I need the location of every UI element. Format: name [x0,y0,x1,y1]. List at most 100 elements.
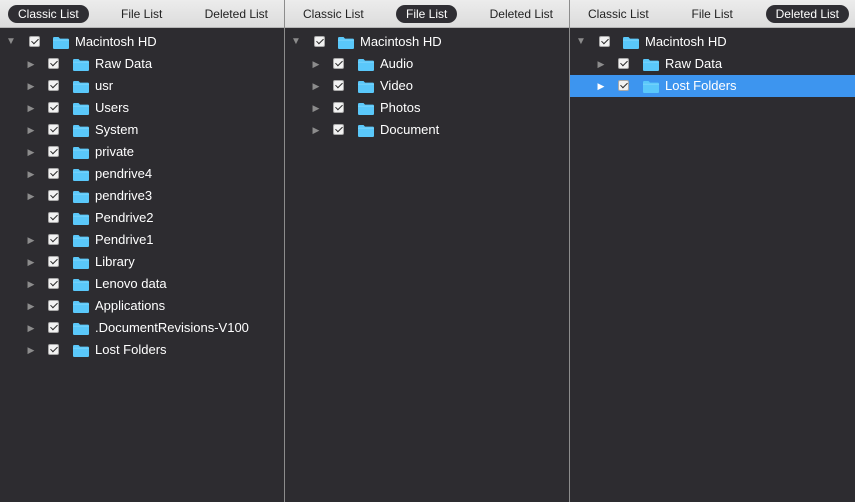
checkbox-checked-icon[interactable] [48,190,59,201]
folder-icon [72,211,90,225]
checkbox-checked-icon[interactable] [48,212,59,223]
disclosure-triangle-right-icon[interactable]: ▶ [310,119,322,141]
tree-row[interactable]: ▶ .DocumentRevisions-V100 [0,317,284,339]
checkbox-checked-icon[interactable] [618,80,629,91]
tree-row[interactable]: ▶ Lost Folders [0,339,284,361]
tree-item-label: Document [380,122,440,137]
checkbox-checked-icon[interactable] [48,146,59,157]
checkbox-checked-icon[interactable] [314,36,325,47]
tree-row[interactable]: ▶ pendrive4 [0,163,284,185]
tree-row[interactable]: ▶ Photos [285,97,569,119]
tree-item-label: Pendrive2 [95,210,154,225]
folder-icon [72,167,90,181]
checkbox-checked-icon[interactable] [48,124,59,135]
folder-icon [72,57,90,71]
folder-icon [72,343,90,357]
tree-row[interactable]: ▶ Applications [0,295,284,317]
tab-deleted-list[interactable]: Deleted List [195,5,278,23]
tree-row[interactable]: ▼ Macintosh HD [285,31,569,53]
folder-icon [622,35,640,49]
tab-deleted-list[interactable]: Deleted List [480,5,563,23]
tree-item-label: Pendrive1 [95,232,154,247]
disclosure-triangle-right-icon[interactable]: ▶ [25,317,37,339]
disclosure-triangle-right-icon[interactable]: ▶ [25,163,37,185]
tree-row[interactable]: ▶ Pendrive1 [0,229,284,251]
disclosure-triangle-right-icon[interactable]: ▶ [25,251,37,273]
checkbox-checked-icon[interactable] [48,234,59,245]
folder-icon [72,277,90,291]
disclosure-triangle-right-icon[interactable]: ▶ [25,119,37,141]
checkbox-checked-icon[interactable] [48,344,59,355]
checkbox-checked-icon[interactable] [48,102,59,113]
tree-row[interactable]: ▶ Library [0,251,284,273]
checkbox-checked-icon[interactable] [48,322,59,333]
folder-icon [357,57,375,71]
disclosure-triangle-right-icon[interactable]: ▶ [310,97,322,119]
checkbox-checked-icon[interactable] [48,168,59,179]
disclosure-triangle-right-icon[interactable]: ▶ [25,229,37,251]
folder-icon [72,233,90,247]
disclosure-triangle-down-icon[interactable]: ▼ [5,31,17,53]
tab-file-list[interactable]: File List [681,5,742,23]
folder-tree: ▼ Macintosh HD ▶ Audio ▶ Video ▶ Photos ▶ Documen… [285,28,569,141]
tree-row[interactable]: ▶ usr [0,75,284,97]
tree-row[interactable]: ▶ Raw Data [0,53,284,75]
tree-row[interactable]: ▼ Macintosh HD [0,31,284,53]
disclosure-triangle-right-icon[interactable]: ▶ [25,141,37,163]
folder-icon [642,57,660,71]
tree-row[interactable]: ▶ Video [285,75,569,97]
checkbox-checked-icon[interactable] [618,58,629,69]
checkbox-checked-icon[interactable] [333,124,344,135]
panel-file-list: Classic List File List Deleted List ▼ Mac… [285,0,570,502]
checkbox-checked-icon[interactable] [333,80,344,91]
disclosure-triangle-right-icon[interactable]: ▶ [25,273,37,295]
checkbox-checked-icon[interactable] [48,300,59,311]
tree-item-label: Users [95,100,129,115]
tree-item-label: private [95,144,135,159]
tab-file-list[interactable]: File List [395,4,458,23]
checkbox-checked-icon[interactable] [333,58,344,69]
tree-row[interactable]: ▶ Raw Data [570,53,855,75]
disclosure-triangle-right-icon[interactable]: ▶ [25,75,37,97]
checkbox-checked-icon[interactable] [599,36,610,47]
tree-row[interactable]: Pendrive2 [0,207,284,229]
disclosure-triangle-right-icon[interactable]: ▶ [595,53,607,75]
checkbox-checked-icon[interactable] [48,256,59,267]
checkbox-checked-icon[interactable] [48,58,59,69]
disclosure-triangle-right-icon[interactable]: ▶ [25,339,37,361]
disclosure-triangle-down-icon[interactable]: ▼ [575,31,587,53]
disclosure-triangle-right-icon[interactable]: ▶ [25,185,37,207]
tree-row[interactable]: ▶ Audio [285,53,569,75]
tab-classic-list[interactable]: Classic List [578,5,659,23]
disclosure-triangle-right-icon[interactable]: ▶ [310,53,322,75]
tab-classic-list[interactable]: Classic List [8,4,89,23]
checkbox-checked-icon[interactable] [29,36,40,47]
tree-item-label: pendrive3 [95,188,153,203]
tab-deleted-list[interactable]: Deleted List [765,4,849,23]
tab-classic-list[interactable]: Classic List [293,5,374,23]
tree-row[interactable]: ▶ pendrive3 [0,185,284,207]
tree-row[interactable]: ▶ Document [285,119,569,141]
tree-row[interactable]: ▶ Lenovo data [0,273,284,295]
disclosure-triangle-right-icon[interactable]: ▶ [25,53,37,75]
tree-row[interactable]: ▶ private [0,141,284,163]
tree-row[interactable]: ▶ System [0,119,284,141]
checkbox-checked-icon[interactable] [48,80,59,91]
disclosure-triangle-right-icon[interactable]: ▶ [595,75,607,97]
checkbox-checked-icon[interactable] [48,278,59,289]
tree-item-label: Macintosh HD [75,34,157,49]
tab-file-list[interactable]: File List [111,5,172,23]
folder-icon [357,101,375,115]
disclosure-triangle-right-icon[interactable]: ▶ [25,97,37,119]
tree-row[interactable]: ▼ Macintosh HD [570,31,855,53]
disclosure-triangle-right-icon[interactable]: ▶ [25,295,37,317]
checkbox-checked-icon[interactable] [333,102,344,113]
disclosure-triangle-right-icon[interactable]: ▶ [310,75,322,97]
tree-item-label: Audio [380,56,414,71]
tree-row[interactable]: ▶ Lost Folders [570,75,855,97]
folder-icon [72,255,90,269]
panel-deleted-list: Classic List File List Deleted List ▼ Mac… [570,0,855,502]
disclosure-triangle-down-icon[interactable]: ▼ [290,31,302,53]
tree-row[interactable]: ▶ Users [0,97,284,119]
tree-item-label: Macintosh HD [645,34,727,49]
